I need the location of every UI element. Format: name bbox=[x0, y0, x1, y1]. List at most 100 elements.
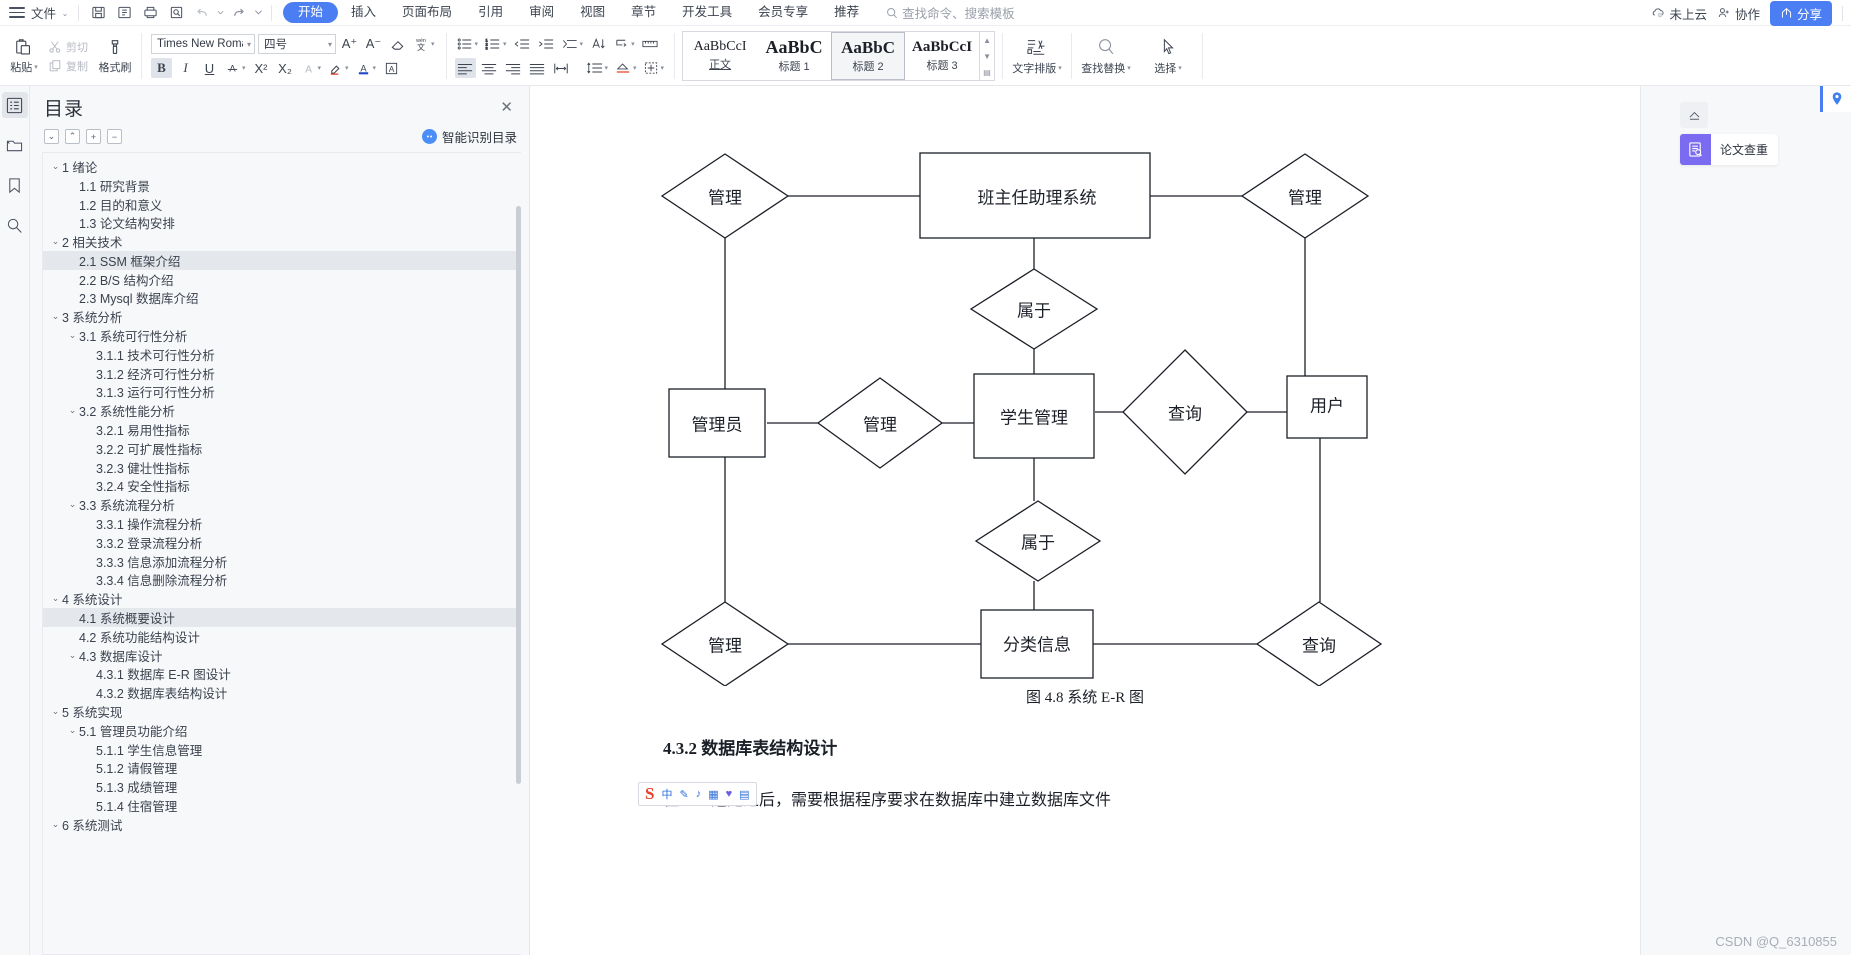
chevron-down-icon[interactable]: ⌄ bbox=[66, 650, 79, 661]
chevron-down-icon[interactable]: ⌄ bbox=[66, 499, 79, 510]
chevron-down-icon[interactable]: ⌄ bbox=[49, 706, 62, 717]
toc-item[interactable]: 5.1.3 成绩管理 bbox=[43, 777, 521, 796]
toc-item[interactable]: 2.1 SSM 框架介绍 bbox=[43, 250, 521, 270]
toc-item[interactable]: 3.2.1 易用性指标 bbox=[43, 420, 521, 439]
toc-item[interactable]: 2.3 Mysql 数据库介绍 bbox=[43, 289, 521, 308]
increase-indent-button[interactable] bbox=[536, 34, 557, 54]
subscript-button[interactable]: X₂ bbox=[275, 58, 296, 78]
chevron-down-icon[interactable]: ⌄ bbox=[49, 161, 62, 172]
toc-item[interactable]: ⌄ 3.1 系统可行性分析 bbox=[43, 326, 521, 345]
toc-item[interactable]: ⌄ 5 系统实现 bbox=[43, 702, 521, 721]
chevron-down-icon[interactable]: ⌄ bbox=[59, 9, 71, 18]
search-icon[interactable] bbox=[2, 212, 28, 238]
shading-button[interactable]: ▾ bbox=[613, 58, 639, 78]
copy-button[interactable]: 复制 bbox=[48, 58, 88, 74]
styles-expand-icon[interactable]: ▤ bbox=[983, 68, 991, 77]
highlight-button[interactable]: ▾ bbox=[326, 58, 351, 78]
ime-toolbox-icon[interactable]: ▤ bbox=[739, 788, 749, 801]
toc-item[interactable]: 3.2.4 安全性指标 bbox=[43, 477, 521, 496]
undo-dropdown-icon[interactable] bbox=[216, 2, 224, 23]
toc-item[interactable]: 3.3.2 登录流程分析 bbox=[43, 533, 521, 552]
grow-font-button[interactable]: A⁺ bbox=[339, 34, 360, 54]
ime-chinese-mode-icon[interactable]: 中 bbox=[661, 786, 672, 802]
tab-developer-tools[interactable]: 开发工具 bbox=[669, 2, 745, 23]
format-painter-button[interactable]: 格式刷 bbox=[92, 29, 138, 83]
toc-item[interactable]: 3.3.3 信息添加流程分析 bbox=[43, 552, 521, 571]
save-as-icon[interactable] bbox=[112, 2, 136, 23]
toc-item[interactable]: ⌄ 3.2 系统性能分析 bbox=[43, 401, 521, 420]
toc-item[interactable]: ⌄ 3.3 系统流程分析 bbox=[43, 495, 521, 514]
toc-item[interactable]: ⌄ 5.1 管理员功能介绍 bbox=[43, 721, 521, 740]
chevron-down-icon[interactable]: ⌄ bbox=[49, 236, 62, 247]
command-search[interactable]: 查找命令、搜索模板 bbox=[886, 3, 1015, 22]
ime-toolbar[interactable]: S 中 ✎ ♪ ▦ ♥ ▤ bbox=[638, 782, 757, 806]
tab-references[interactable]: 引用 bbox=[465, 2, 516, 23]
character-border-button[interactable]: A ▾ bbox=[299, 58, 324, 78]
ruler-button[interactable] bbox=[640, 34, 661, 54]
toc-collapse-all-button[interactable]: ⌃ bbox=[65, 129, 80, 144]
collaborate-button[interactable]: 协作 bbox=[1717, 4, 1760, 23]
close-icon[interactable]: ✕ bbox=[496, 98, 517, 117]
shrink-font-button[interactable]: A⁻ bbox=[363, 34, 384, 54]
chevron-down-icon[interactable]: ▾ bbox=[324, 40, 332, 49]
thumbnail-icon[interactable] bbox=[2, 132, 28, 158]
toc-item[interactable]: 1.2 目的和意义 bbox=[43, 195, 521, 214]
outline-icon[interactable] bbox=[1, 92, 28, 118]
collapse-icon[interactable] bbox=[1680, 102, 1708, 128]
print-preview-icon[interactable] bbox=[164, 2, 188, 23]
file-menu-label[interactable]: 文件 bbox=[28, 3, 59, 22]
align-right-button[interactable] bbox=[503, 58, 524, 78]
show-paragraph-marks-button[interactable]: ▾ bbox=[612, 34, 637, 54]
tab-page-layout[interactable]: 页面布局 bbox=[389, 2, 465, 23]
align-center-button[interactable] bbox=[479, 58, 500, 78]
underline-button[interactable]: U bbox=[199, 58, 220, 78]
multilevel-list-button[interactable]: ▾ bbox=[560, 34, 586, 54]
text-layout-button[interactable]: 文字排版 ▾ bbox=[1006, 29, 1068, 83]
cut-button[interactable]: 剪切 bbox=[48, 39, 88, 55]
italic-button[interactable]: I bbox=[175, 58, 196, 78]
toc-item[interactable]: ⌄ 2 相关技术 bbox=[43, 232, 521, 251]
styles-scroll-down-icon[interactable]: ▼ bbox=[983, 52, 991, 61]
toc-item[interactable]: ⌄ 6 系统测试 bbox=[43, 815, 521, 834]
distribute-button[interactable] bbox=[551, 58, 572, 78]
select-button[interactable]: 选择 ▾ bbox=[1137, 29, 1199, 83]
toc-item[interactable]: ⌄ 4.3 数据库设计 bbox=[43, 646, 521, 665]
chevron-down-icon[interactable]: ⌄ bbox=[49, 311, 62, 322]
toc-item[interactable]: 4.2 系统功能结构设计 bbox=[43, 627, 521, 646]
strikethrough-button[interactable]: A ▾ bbox=[223, 58, 248, 78]
toc-decrease-level-button[interactable]: − bbox=[107, 129, 122, 144]
toc-item[interactable]: ⌄ 1 绪论 bbox=[43, 157, 521, 176]
toc-item[interactable]: 2.2 B/S 结构介绍 bbox=[43, 270, 521, 289]
toc-item[interactable]: 3.3.1 操作流程分析 bbox=[43, 514, 521, 533]
font-size-select[interactable]: 四号 ▾ bbox=[258, 34, 336, 54]
document-area[interactable]: 班主任助理系统 管理员 学生管理 用户 分类信息 管理 管理 属于 管理 查询 … bbox=[530, 86, 1640, 955]
redo-icon[interactable] bbox=[226, 2, 250, 23]
toc-increase-level-button[interactable]: + bbox=[86, 129, 101, 144]
smart-toc-button[interactable]: 智能识别目录 bbox=[421, 127, 517, 146]
toc-item[interactable]: 3.3.4 信息删除流程分析 bbox=[43, 571, 521, 590]
tab-start[interactable]: 开始 bbox=[283, 2, 339, 23]
sogou-logo-icon[interactable]: S bbox=[645, 784, 654, 804]
font-color-button[interactable]: A ▾ bbox=[354, 58, 379, 78]
toc-item[interactable]: ⌄ 4 系统设计 bbox=[43, 589, 521, 608]
borders-button[interactable]: ▾ bbox=[642, 58, 667, 78]
cloud-status[interactable]: 未上云 bbox=[1651, 4, 1707, 23]
tab-view[interactable]: 视图 bbox=[567, 2, 618, 23]
tab-recommend[interactable]: 推荐 bbox=[821, 2, 872, 23]
tab-member-exclusive[interactable]: 会员专享 bbox=[745, 2, 821, 23]
superscript-button[interactable]: X² bbox=[251, 58, 272, 78]
tab-sections[interactable]: 章节 bbox=[618, 2, 669, 23]
toc-item[interactable]: ⌄ 3 系统分析 bbox=[43, 307, 521, 326]
ime-skin-icon[interactable]: ♥ bbox=[726, 788, 733, 800]
chevron-down-icon[interactable]: ⌄ bbox=[49, 593, 62, 604]
print-icon[interactable] bbox=[138, 2, 162, 23]
chevron-down-icon[interactable]: ▾ bbox=[243, 40, 251, 49]
toc-scrollbar[interactable] bbox=[516, 206, 521, 784]
toc-expand-all-button[interactable]: ⌄ bbox=[44, 129, 59, 144]
toc-item[interactable]: 1.1 研究背景 bbox=[43, 176, 521, 195]
tab-review[interactable]: 审阅 bbox=[516, 2, 567, 23]
save-icon[interactable] bbox=[86, 2, 110, 23]
align-left-button[interactable] bbox=[454, 58, 476, 78]
font-family-select[interactable]: Times New Roma ▾ bbox=[151, 34, 255, 54]
chevron-down-icon[interactable]: ⌄ bbox=[66, 405, 79, 416]
